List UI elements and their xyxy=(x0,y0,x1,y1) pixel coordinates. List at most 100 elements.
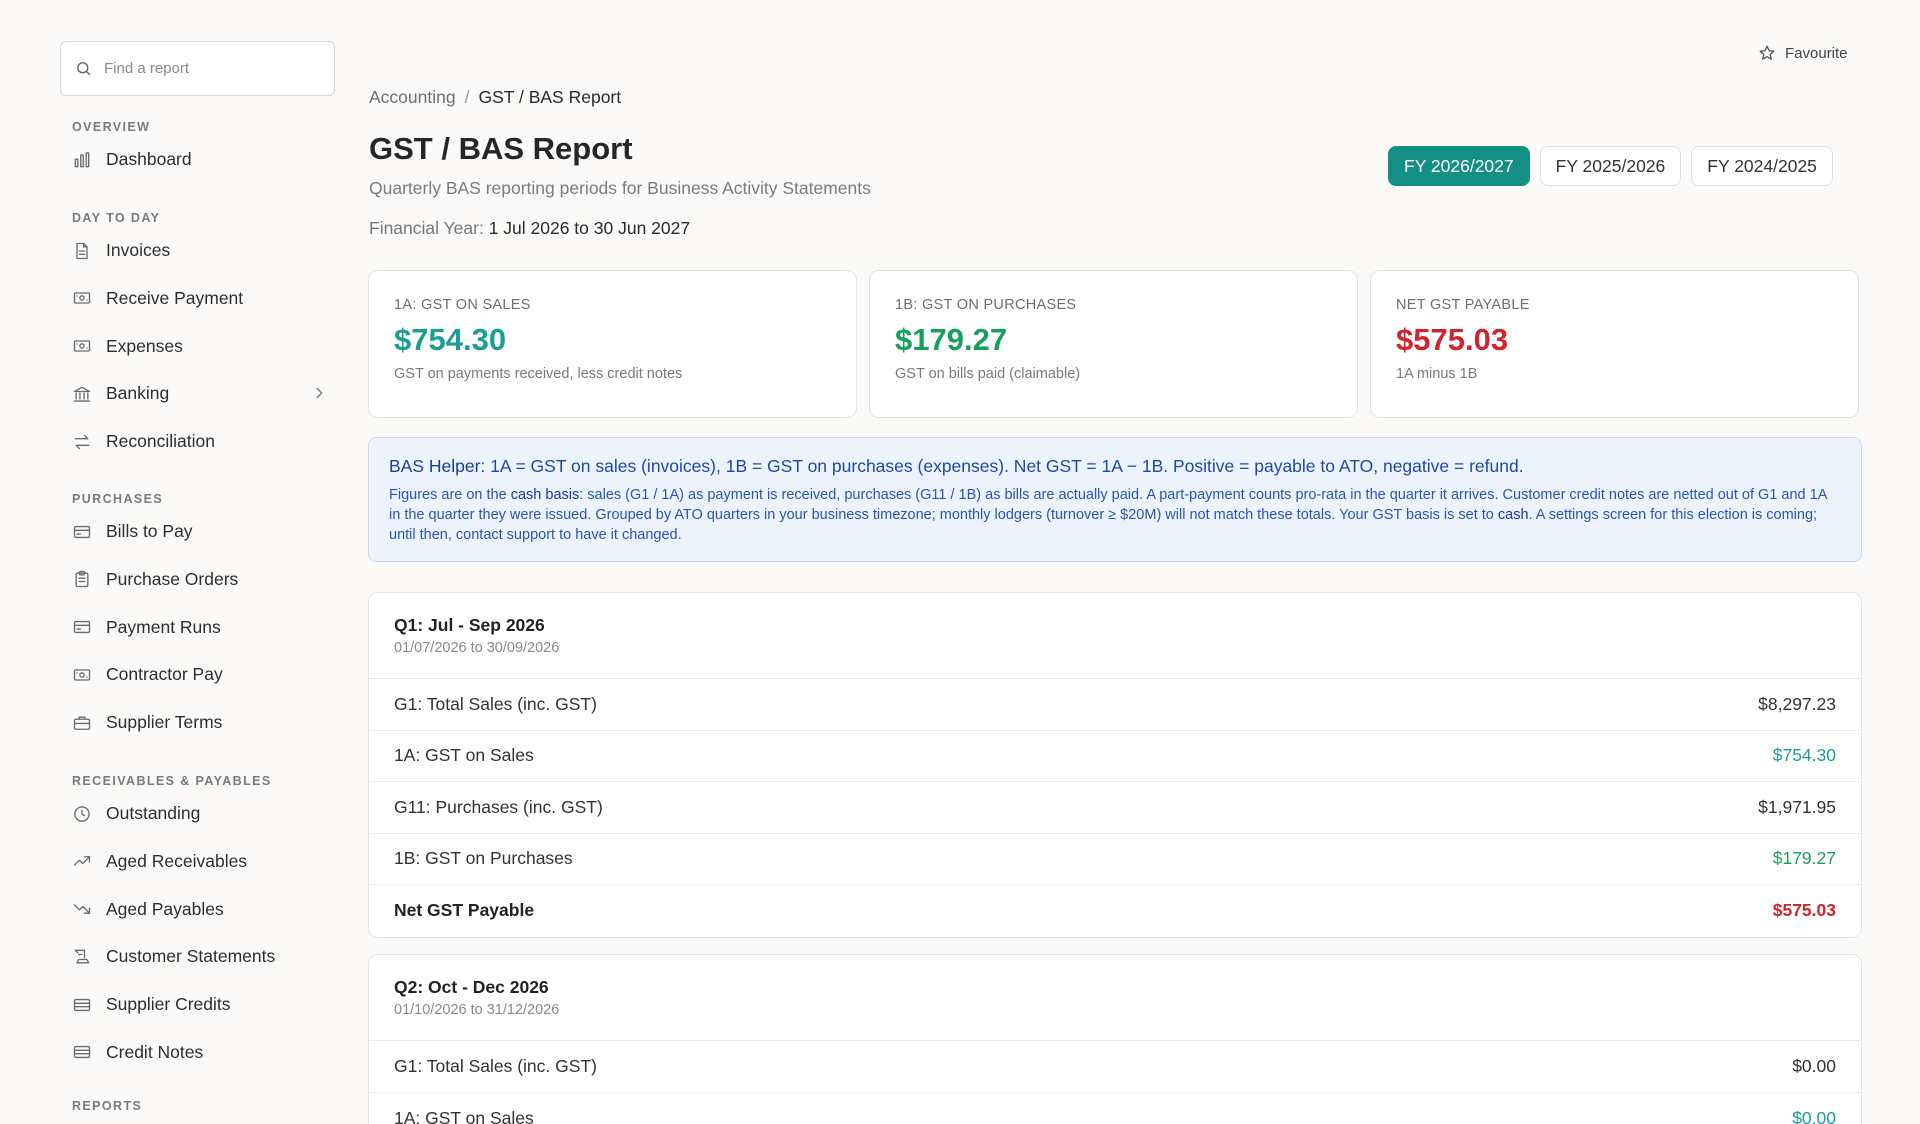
bas-row-label: G11: Purchases (inc. GST) xyxy=(394,796,603,817)
quarter-card-q2: Q2: Oct - Dec 2026 01/10/2026 to 31/12/2… xyxy=(368,954,1862,1124)
banknote-icon xyxy=(73,669,91,681)
helper-text-1: Figures are on the xyxy=(389,487,511,503)
sidebar-item-bills-to-pay[interactable]: Bills to Pay xyxy=(60,508,335,556)
sidebar-item-supplier-terms[interactable]: Supplier Terms xyxy=(60,699,335,747)
sidebar-item-dashboard[interactable]: Dashboard xyxy=(60,136,335,184)
bas-helper-lead: BAS Helper: 1A = GST on sales (invoices)… xyxy=(389,456,1841,477)
breadcrumb-current: GST / BAS Report xyxy=(478,87,622,107)
bas-row: G1: Total Sales (inc. GST) $0.00 xyxy=(369,1041,1861,1093)
summary-card-value: $179.27 xyxy=(895,322,1008,357)
summary-cards: 1A: GST ON SALES $754.30 GST on payments r… xyxy=(368,270,1859,418)
financial-year-value: 1 Jul 2026 to 30 Jun 2027 xyxy=(488,218,691,238)
bas-row: 1B: GST on Purchases $179.27 xyxy=(369,834,1861,885)
sidebar-item-label: Supplier Credits xyxy=(106,994,231,1015)
bas-row-value: $754.30 xyxy=(1772,745,1836,766)
sidebar-item-purchase-orders[interactable]: Purchase Orders xyxy=(60,556,335,604)
list-card-icon xyxy=(73,1046,91,1059)
bas-row-label: G1: Total Sales (inc. GST) xyxy=(394,693,597,714)
sidebar-item-label: Invoices xyxy=(106,240,171,261)
sidebar-item-invoices[interactable]: Invoices xyxy=(60,227,335,275)
summary-card-1b-gst-on-purchases: 1B: GST ON PURCHASES $179.27 GST on bills … xyxy=(869,270,1358,418)
sidebar-item-label: Credit Notes xyxy=(106,1041,204,1062)
sidebar-item-outstanding[interactable]: Outstanding xyxy=(60,790,335,838)
sidebar-item-payment-runs[interactable]: Payment Runs xyxy=(60,603,335,651)
bas-helper-title: BAS Helper: xyxy=(389,456,486,476)
bas-helper-callout: BAS Helper: 1A = GST on sales (invoices)… xyxy=(368,437,1862,562)
sidebar-item-label: Purchase Orders xyxy=(106,568,239,589)
sidebar-item-banking[interactable]: Banking xyxy=(60,370,335,418)
summary-card-net-gst-payable: NET GST PAYABLE $575.03 1A minus 1B xyxy=(1370,270,1859,418)
search-icon xyxy=(77,62,91,76)
fy-tab-fy-2026-2027[interactable]: FY 2026/2027 xyxy=(1388,146,1530,186)
report-search-box[interactable] xyxy=(60,41,335,96)
helper-gst-basis-value: cash xyxy=(1497,507,1529,523)
quarter-header: Q1: Jul - Sep 2026 01/07/2026 to 30/09/2… xyxy=(369,593,1861,679)
sidebar-item-label: Receive Payment xyxy=(106,287,244,308)
list-card-icon xyxy=(73,998,91,1011)
summary-card-note: GST on payments received, less credit no… xyxy=(394,366,683,382)
nav-section-reports: REPORTS xyxy=(72,1099,143,1113)
nav-section-purchases: PURCHASES xyxy=(72,492,164,506)
quarter-title: Q2: Oct - Dec 2026 xyxy=(394,977,549,997)
quarter-date-range: 01/07/2026 to 30/09/2026 xyxy=(394,640,560,656)
sidebar-item-customer-statements[interactable]: Customer Statements xyxy=(60,933,335,981)
bas-row-label: G1: Total Sales (inc. GST) xyxy=(394,1055,597,1076)
briefcase-icon xyxy=(73,716,91,730)
sidebar-item-supplier-credits[interactable]: Supplier Credits xyxy=(60,981,335,1029)
sidebar-item-label: Reconciliation xyxy=(106,431,215,452)
bas-row-label: 1A: GST on Sales xyxy=(394,745,534,766)
bas-row-label: 1B: GST on Purchases xyxy=(394,848,573,869)
trending-up-icon xyxy=(73,856,91,867)
sidebar-item-aged-receivables[interactable]: Aged Receivables xyxy=(60,838,335,886)
bas-row-value: $575.03 xyxy=(1772,900,1836,921)
quarter-header: Q2: Oct - Dec 2026 01/10/2026 to 31/12/2… xyxy=(369,955,1861,1041)
sidebar: OVERVIEW Dashboard DAY TO DAY Invoices Recei… xyxy=(0,0,360,1124)
fy-tab-fy-2024-2025[interactable]: FY 2024/2025 xyxy=(1691,146,1833,186)
quarter-card-q1: Q1: Jul - Sep 2026 01/07/2026 to 30/09/2… xyxy=(368,592,1862,938)
favourite-button[interactable]: Favourite xyxy=(1758,44,1848,62)
bas-row-value: $0.00 xyxy=(1792,1055,1836,1076)
banknote-icon xyxy=(73,340,91,352)
nav-section-receivables-and-payables: RECEIVABLES & PAYABLES xyxy=(72,774,272,788)
breadcrumb-separator: / xyxy=(464,87,470,107)
clipboard-icon xyxy=(75,571,89,588)
sidebar-item-reconciliation[interactable]: Reconciliation xyxy=(60,418,335,466)
sidebar-item-credit-notes[interactable]: Credit Notes xyxy=(60,1029,335,1077)
sidebar-item-receive-payment[interactable]: Receive Payment xyxy=(60,275,335,323)
summary-card-1a-gst-on-sales: 1A: GST ON SALES $754.30 GST on payments r… xyxy=(368,270,857,418)
star-icon xyxy=(1759,45,1775,60)
bas-row: G1: Total Sales (inc. GST) $8,297.23 xyxy=(369,679,1861,731)
net-gst-row: Net GST Payable $575.03 xyxy=(369,885,1861,937)
quarter-title: Q1: Jul - Sep 2026 xyxy=(394,615,545,635)
credit-card-icon xyxy=(73,525,91,538)
summary-card-value: $575.03 xyxy=(1396,322,1509,357)
financial-year-line: Financial Year: 1 Jul 2026 to 30 Jun 202… xyxy=(369,218,690,239)
chevron-right-icon xyxy=(316,387,323,399)
breadcrumb: Accounting / GST / BAS Report xyxy=(369,87,621,108)
bas-row-value: $179.27 xyxy=(1772,848,1836,869)
fy-tab-fy-2025-2026[interactable]: FY 2025/2026 xyxy=(1539,146,1682,186)
bas-helper-details: Figures are on the cash basis: sales (G1… xyxy=(389,485,1841,545)
sidebar-item-label: Aged Receivables xyxy=(106,850,248,871)
summary-card-value: $754.30 xyxy=(394,322,507,357)
sidebar-item-label: Customer Statements xyxy=(106,946,276,967)
financial-year-label: Financial Year: xyxy=(369,218,484,238)
sidebar-item-expenses[interactable]: Expenses xyxy=(60,322,335,370)
summary-card-label: NET GST PAYABLE xyxy=(1396,297,1530,313)
arrows-swap-icon xyxy=(74,434,90,449)
sidebar-item-label: Outstanding xyxy=(106,803,201,824)
sidebar-item-label: Payment Runs xyxy=(106,616,221,637)
breadcrumb-parent[interactable]: Accounting xyxy=(369,87,456,107)
clock-icon xyxy=(74,806,90,822)
receipt-icon xyxy=(74,949,90,964)
bas-row: 1A: GST on Sales $0.00 xyxy=(369,1093,1861,1124)
sidebar-item-aged-payables[interactable]: Aged Payables xyxy=(60,885,335,933)
nav-section-day-to-day: DAY TO DAY xyxy=(72,211,161,225)
summary-card-label: 1A: GST ON SALES xyxy=(394,297,531,313)
bank-icon xyxy=(73,386,91,402)
report-search-input[interactable] xyxy=(104,60,324,77)
banknote-icon xyxy=(73,292,91,305)
bas-row-label: 1A: GST on Sales xyxy=(394,1107,534,1124)
summary-card-note: GST on bills paid (claimable) xyxy=(895,366,1081,382)
sidebar-item-contractor-pay[interactable]: Contractor Pay xyxy=(60,651,335,699)
